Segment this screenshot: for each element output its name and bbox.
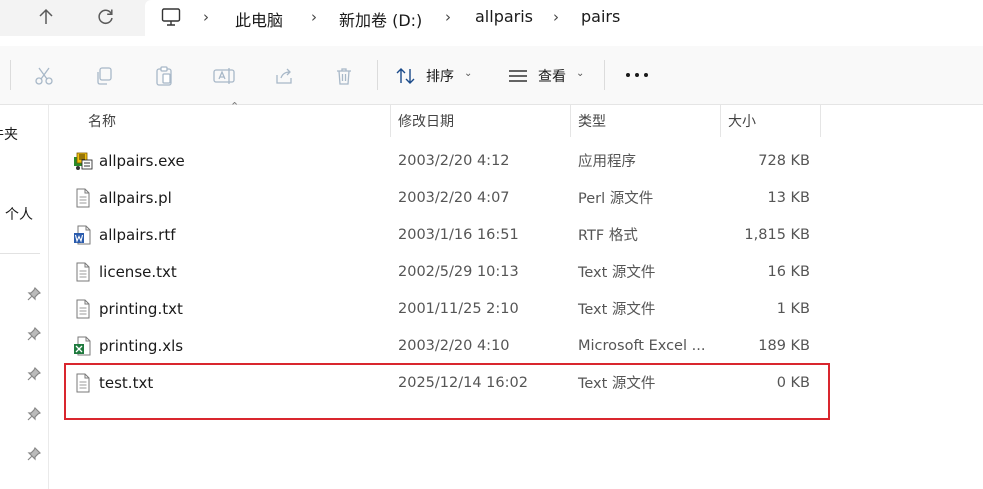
breadcrumb-this-pc[interactable]: 此电脑	[235, 7, 283, 31]
file-name[interactable]: printing.txt	[99, 290, 183, 327]
pin-icon[interactable]	[27, 287, 41, 301]
file-type: 应用程序	[578, 154, 636, 170]
sort-label: 排序	[426, 69, 454, 85]
nav-item-folder[interactable]: 件夹	[0, 124, 18, 144]
file-name[interactable]: allpairs.rtf	[99, 216, 176, 253]
trash-icon	[337, 68, 351, 85]
file-row[interactable]: license.txt 2002/5/29 10:13 Text 源文件 16 KB	[64, 253, 830, 290]
clipboard-icon	[156, 66, 172, 86]
sort-icon	[396, 68, 415, 84]
refresh-icon	[98, 9, 113, 24]
toolbar-divider	[377, 60, 378, 90]
text-file-icon	[73, 299, 93, 319]
breadcrumb-pairs[interactable]: pairs	[581, 7, 620, 26]
file-type: Text 源文件	[578, 302, 656, 318]
file-type: Microsoft Excel ...	[578, 337, 706, 354]
file-modified: 2001/11/25 2:10	[398, 300, 519, 317]
file-row[interactable]: printing.txt 2001/11/25 2:10 Text 源文件 1 KB	[64, 290, 830, 327]
paste-button[interactable]	[152, 64, 176, 88]
exe-icon	[73, 151, 93, 171]
delete-button[interactable]	[332, 64, 356, 88]
toolbar-divider	[604, 60, 605, 90]
scissors-icon	[35, 67, 53, 85]
breadcrumb-drive-d[interactable]: 新加卷 (D:)	[339, 7, 422, 31]
file-modified: 2003/2/20 4:12	[398, 152, 510, 169]
navigation-pane: 件夹 个人	[0, 105, 49, 489]
file-size: 1,815 KB	[744, 226, 810, 243]
file-row[interactable]: allpairs.exe 2003/2/20 4:12 应用程序 728 KB	[64, 142, 830, 179]
column-header-size-label: 大小	[728, 114, 756, 130]
file-size: 728 KB	[758, 152, 810, 169]
copy-button[interactable]	[92, 64, 116, 88]
pin-icon[interactable]	[27, 327, 41, 341]
computer-icon	[161, 8, 181, 26]
cut-button[interactable]	[32, 64, 56, 88]
file-name[interactable]: printing.xls	[99, 327, 183, 364]
navigation-bar: › 此电脑 › 新加卷 (D:) › allparis › pairs	[0, 0, 983, 36]
share-button[interactable]	[272, 64, 296, 88]
word-file-icon	[73, 225, 93, 245]
file-modified: 2002/5/29 10:13	[398, 263, 519, 280]
column-header-name[interactable]: 名称	[88, 105, 388, 137]
file-name[interactable]: allpairs.exe	[99, 142, 185, 179]
pin-icon[interactable]	[27, 447, 41, 461]
file-modified: 2003/1/16 16:51	[398, 226, 519, 243]
chevron-right-icon: ›	[445, 8, 451, 26]
arrow-up-icon	[39, 8, 53, 24]
column-header-name-label: 名称	[88, 114, 116, 130]
file-modified: 2003/2/20 4:07	[398, 189, 510, 206]
more-icon	[626, 73, 648, 77]
column-header-modified[interactable]: 修改日期	[398, 105, 568, 137]
chevron-down-icon: ⌄	[576, 68, 585, 79]
nav-item-personal[interactable]: 个人	[5, 204, 33, 224]
column-separator[interactable]	[720, 105, 721, 137]
chevron-right-icon: ›	[311, 8, 317, 26]
sort-button[interactable]: 排序 ⌄	[394, 56, 478, 94]
copy-icon	[97, 67, 112, 85]
pin-icon[interactable]	[27, 367, 41, 381]
view-label: 查看	[538, 69, 566, 85]
view-button[interactable]: 查看 ⌄	[506, 56, 590, 94]
text-file-icon	[73, 188, 93, 208]
command-bar: 排序 ⌄ 查看 ⌄	[0, 46, 983, 105]
excel-file-icon	[73, 336, 93, 356]
file-name[interactable]: allpairs.pl	[99, 179, 172, 216]
column-header-type[interactable]: 类型	[578, 105, 718, 137]
file-modified: 2003/2/20 4:10	[398, 337, 510, 354]
column-header-type-label: 类型	[578, 114, 606, 130]
toolbar-divider	[10, 60, 11, 90]
share-icon	[276, 68, 292, 84]
chevron-right-icon: ›	[553, 8, 559, 26]
breadcrumb-allparis[interactable]: allparis	[475, 7, 533, 26]
file-type: Perl 源文件	[578, 191, 654, 207]
text-file-icon	[73, 262, 93, 282]
file-type: RTF 格式	[578, 228, 638, 244]
file-row[interactable]: allpairs.rtf 2003/1/16 16:51 RTF 格式 1,815 K…	[64, 216, 830, 253]
up-button[interactable]	[32, 4, 60, 30]
file-row[interactable]: allpairs.pl 2003/2/20 4:07 Perl 源文件 13 KB	[64, 179, 830, 216]
file-size: 1 KB	[776, 300, 810, 317]
column-separator[interactable]	[570, 105, 571, 137]
pin-icon[interactable]	[27, 407, 41, 421]
file-size: 189 KB	[758, 337, 810, 354]
chevron-down-icon: ⌄	[464, 68, 473, 79]
refresh-button[interactable]	[92, 4, 120, 30]
column-separator[interactable]	[390, 105, 391, 137]
rename-icon	[213, 68, 235, 84]
rename-button[interactable]	[212, 64, 236, 88]
column-separator[interactable]	[820, 105, 821, 137]
highlight-box	[64, 363, 830, 420]
file-size: 13 KB	[767, 189, 810, 206]
column-header-size[interactable]: 大小	[728, 105, 818, 137]
address-bar[interactable]: › 此电脑 › 新加卷 (D:) › allparis › pairs	[145, 0, 983, 36]
file-row[interactable]: printing.xls 2003/2/20 4:10 Microsoft Exce…	[64, 327, 830, 364]
file-type: Text 源文件	[578, 265, 656, 281]
view-list-icon	[509, 70, 527, 82]
file-name[interactable]: license.txt	[99, 253, 177, 290]
more-options-button[interactable]	[622, 62, 652, 88]
file-size: 16 KB	[767, 263, 810, 280]
column-header-modified-label: 修改日期	[398, 114, 454, 130]
nav-divider	[0, 253, 40, 254]
chevron-right-icon: ›	[203, 8, 209, 26]
